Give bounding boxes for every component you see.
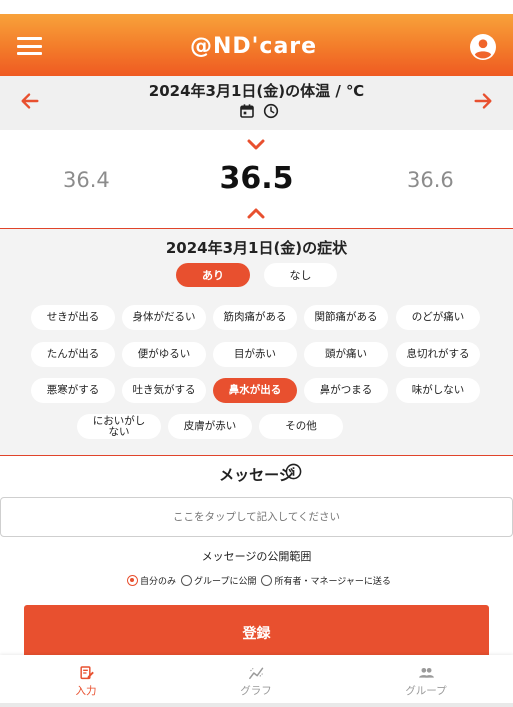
logo-text: @ND'care	[190, 33, 318, 59]
group-icon	[418, 668, 434, 678]
symptom-chip[interactable]: たんが出る	[31, 342, 115, 367]
symptom-chip[interactable]: 吐き気がする	[122, 378, 206, 403]
temperature-picker: 36.4 36.5 36.6	[0, 130, 513, 228]
chevron-down-icon[interactable]	[246, 138, 266, 152]
scope-option-group[interactable]: グループに公開	[181, 574, 256, 587]
symptom-chip[interactable]: 身体がだるい	[122, 305, 206, 330]
scope-option-self[interactable]: 自分のみ	[127, 574, 176, 587]
app-header: @ND'care	[0, 14, 513, 76]
scope-option-label: グループに公開	[194, 577, 257, 587]
arrow-right-icon[interactable]	[472, 90, 494, 112]
info-icon[interactable]	[285, 463, 302, 480]
scope-option-label: 所有者・マネージャーに送る	[274, 577, 391, 587]
symptom-chip[interactable]: においがしない	[77, 414, 161, 439]
symptoms-title: 2024年3月1日(金)の症状	[165, 239, 348, 257]
nav-label: 入力	[75, 685, 97, 697]
message-section: メッセージ メッセージの公開範囲 自分のみ グループに公開 所有者・マネージャー…	[0, 456, 513, 661]
symptom-chip[interactable]: 皮膚が赤い	[168, 414, 252, 439]
date-bar: 2024年3月1日(金)の体温 / ℃	[0, 76, 513, 130]
bottom-nav: 入力 グラフ グループ	[0, 655, 513, 707]
symptoms-section: 2024年3月1日(金)の症状 あり なし せきが出る 身体がだるい 筋肉痛があ…	[0, 229, 513, 455]
symptoms-no-toggle[interactable]: なし	[264, 263, 337, 287]
clock-icon[interactable]	[263, 103, 279, 119]
symptoms-yes-toggle[interactable]: あり	[176, 263, 250, 287]
symptom-chip[interactable]: 関節痛がある	[304, 305, 388, 330]
temperature-next-value[interactable]: 36.6	[407, 168, 454, 192]
status-strip	[0, 0, 513, 14]
message-input[interactable]	[0, 497, 513, 537]
scope-radio-group: 自分のみ グループに公開 所有者・マネージャーに送る	[127, 574, 396, 587]
line-chart-icon	[248, 667, 263, 680]
edit-note-icon	[79, 666, 94, 680]
scope-label: メッセージの公開範囲	[201, 550, 312, 563]
symptom-chip[interactable]: 便がゆるい	[122, 342, 206, 367]
radio-unselected[interactable]	[261, 575, 273, 586]
symptom-chip[interactable]: 頭が痛い	[304, 342, 388, 367]
nav-label: グラフ	[240, 685, 272, 697]
symptom-chip[interactable]: 鼻がつまる	[304, 378, 388, 403]
symptom-chip-selected[interactable]: 鼻水が出る	[213, 378, 297, 403]
radio-unselected[interactable]	[181, 575, 193, 586]
symptom-chip[interactable]: 悪寒がする	[31, 378, 115, 403]
app-logo: @ND'care	[190, 32, 325, 60]
scope-option-owner[interactable]: 所有者・マネージャーに送る	[261, 574, 391, 587]
submit-button[interactable]: 登録	[24, 605, 489, 661]
account-circle-icon[interactable]	[470, 34, 496, 60]
radio-selected[interactable]	[127, 575, 138, 586]
scope-option-label: 自分のみ	[140, 577, 177, 587]
nav-item-graph[interactable]: グラフ	[206, 665, 306, 698]
nav-label: グループ	[405, 685, 447, 697]
symptom-chip[interactable]: せきが出る	[31, 305, 115, 330]
message-title: メッセージ	[219, 466, 294, 484]
symptom-chip[interactable]: 筋肉痛がある	[213, 305, 297, 330]
calendar-icon[interactable]	[239, 103, 255, 119]
hamburger-icon[interactable]	[17, 37, 42, 55]
bottom-edge	[0, 703, 513, 707]
chevron-up-icon[interactable]	[246, 206, 266, 220]
nav-item-group[interactable]: グループ	[376, 665, 476, 698]
date-icons	[239, 103, 279, 119]
symptom-chip[interactable]: のどが痛い	[396, 305, 480, 330]
symptom-chip[interactable]: 息切れがする	[396, 342, 480, 367]
symptom-chip[interactable]: 味がしない	[396, 378, 480, 403]
symptom-chip[interactable]: 目が赤い	[213, 342, 297, 367]
symptom-chip[interactable]: その他	[259, 414, 343, 439]
nav-item-input[interactable]: 入力	[36, 665, 136, 698]
date-title: 2024年3月1日(金)の体温 / ℃	[148, 82, 365, 100]
